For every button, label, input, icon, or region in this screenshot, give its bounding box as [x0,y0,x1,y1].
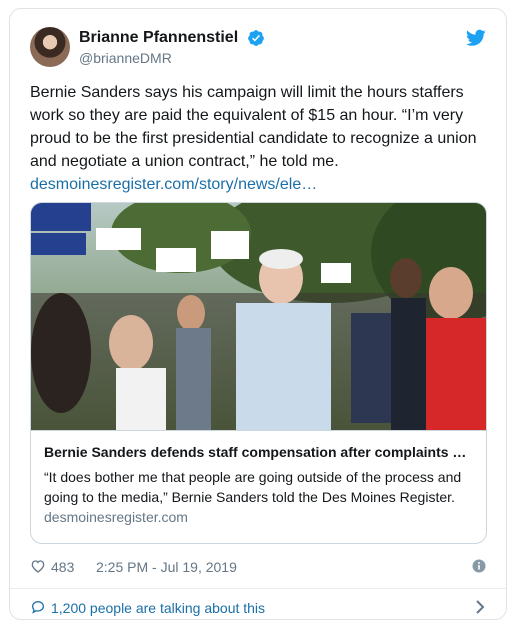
link-preview-description: “It does bother me that people are going… [44,469,462,505]
tweet-link[interactable]: desmoinesregister.com/story/news/ele… [30,173,492,196]
link-preview-domain: desmoinesregister.com [44,509,188,525]
link-preview-body[interactable]: Bernie Sanders defends staff compensatio… [31,430,486,543]
link-preview-card[interactable]: Bernie Sanders defends staff compensatio… [30,202,487,544]
author-avatar[interactable] [30,27,70,67]
conversation-label[interactable]: 1,200 people are talking about this [51,600,265,616]
author-handle[interactable]: @brianneDMR [79,48,265,68]
tweet-timestamp[interactable]: 2:25 PM - Jul 19, 2019 [96,559,237,575]
rally-photo [31,203,486,430]
tweet-meta: 483 2:25 PM - Jul 19, 2019 [30,555,486,579]
like-count[interactable]: 483 [51,559,74,575]
link-preview-title[interactable]: Bernie Sanders defends staff compensatio… [44,442,474,462]
author-names: Brianne Pfannenstiel @brianneDMR [79,28,265,68]
tweet-body: Bernie Sanders says his campaign will li… [30,81,492,196]
info-icon[interactable] [472,559,486,573]
speech-bubble-icon [31,600,45,614]
tweet-header: Brianne Pfannenstiel @brianneDMR [30,27,486,71]
link-preview-image[interactable] [31,203,486,430]
author-display-name[interactable]: Brianne Pfannenstiel [79,28,238,48]
embedded-tweet: Brianne Pfannenstiel @brianneDMR Bernie … [9,8,507,620]
heart-icon[interactable] [30,558,46,574]
verified-badge-icon [247,30,264,46]
conversation-link[interactable]: 1,200 people are talking about this [30,597,486,621]
divider [10,588,506,589]
tweet-text: Bernie Sanders says his campaign will li… [30,84,477,170]
twitter-bird-icon[interactable] [466,29,486,47]
chevron-right-icon[interactable] [474,599,486,615]
